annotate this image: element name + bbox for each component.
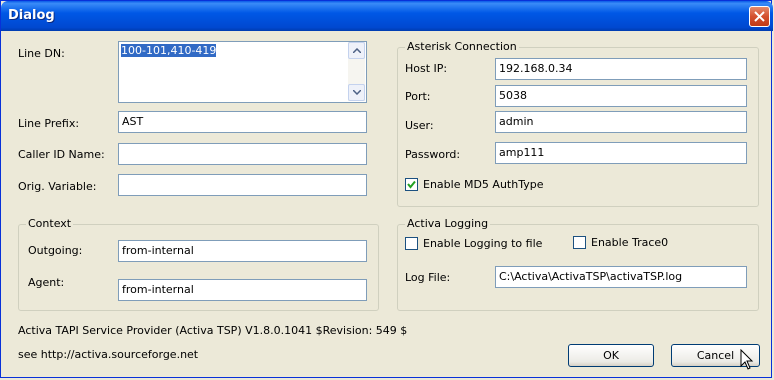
title-bar[interactable]: Dialog [1,1,773,31]
window-title: Dialog [8,8,55,23]
log-file-input[interactable]: C:\Activa\ActivaTSP\activaTSP.log [495,266,747,288]
user-input[interactable]: admin [495,111,747,133]
md5-checkbox-label[interactable]: Enable MD5 AuthType [423,178,543,191]
asterisk-connection-title: Asterisk Connection [405,40,519,53]
ok-button[interactable]: OK [568,344,654,367]
line-dn-textarea[interactable]: 100-101,410-419 [118,41,367,103]
password-label: Password: [405,148,461,161]
line-dn-value: 100-101,410-419 [121,44,217,57]
port-input[interactable]: 5038 [495,85,747,107]
close-icon [754,11,765,22]
checkmark-icon [407,180,416,189]
enable-trace-checkbox[interactable] [573,236,586,249]
mouse-cursor-icon [740,349,754,370]
scroll-up-button[interactable] [348,42,365,59]
md5-checkbox[interactable] [405,178,418,191]
chevron-down-icon [353,90,361,95]
enable-logging-label[interactable]: Enable Logging to file [423,237,542,250]
line-prefix-input[interactable]: AST [118,111,367,133]
chevron-up-icon [353,48,361,53]
agent-label: Agent: [28,276,65,289]
close-button[interactable] [749,6,770,27]
activa-logging-title: Activa Logging [405,217,491,230]
version-text: Activa TAPI Service Provider (Activa TSP… [18,324,408,337]
line-prefix-label: Line Prefix: [18,117,80,130]
port-label: Port: [405,90,431,103]
context-title: Context [26,217,74,230]
caller-id-input[interactable] [118,143,367,165]
enable-logging-checkbox[interactable] [405,237,418,250]
user-label: User: [405,119,434,132]
orig-variable-input[interactable] [118,174,367,196]
host-ip-label: Host IP: [405,62,448,75]
line-dn-label: Line DN: [18,47,65,60]
host-ip-input[interactable]: 192.168.0.34 [495,58,747,80]
project-url-text: see http://activa.sourceforge.net [18,348,199,361]
log-file-label: Log File: [405,271,451,284]
line-dn-scrollbar[interactable] [348,42,365,101]
password-input[interactable]: amp111 [495,142,747,164]
caller-id-label: Caller ID Name: [18,148,105,161]
enable-trace-label[interactable]: Enable Trace0 [591,236,668,249]
dialog-window: Dialog Line DN: 100-101,410-419 Line Pre… [0,0,773,378]
outgoing-label: Outgoing: [28,244,83,257]
scroll-down-button[interactable] [348,84,365,101]
outgoing-input[interactable]: from-internal [118,240,367,262]
orig-variable-label: Orig. Variable: [18,180,97,193]
agent-input[interactable]: from-internal [118,279,367,301]
